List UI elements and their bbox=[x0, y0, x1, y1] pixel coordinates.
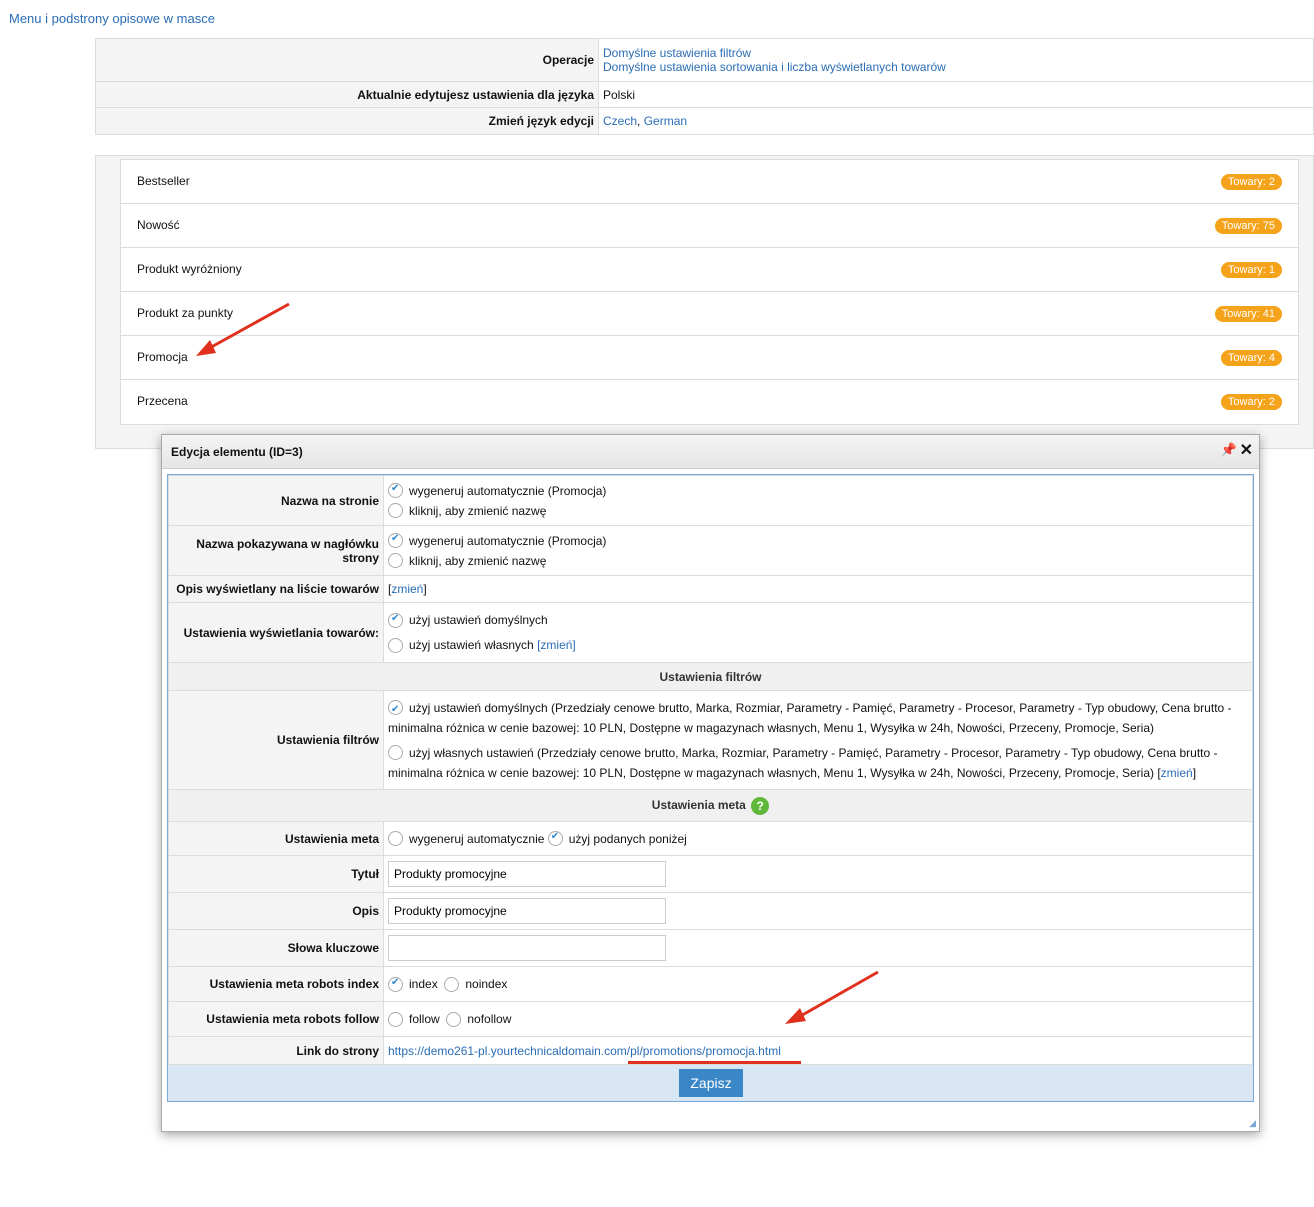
meta-auto-radio[interactable] bbox=[388, 831, 403, 846]
bracket-close: ] bbox=[423, 582, 427, 596]
name-label: Nazwa na stronie bbox=[168, 475, 384, 526]
meta-settings-label: Ustawienia meta bbox=[168, 821, 384, 856]
display-settings-label: Ustawienia wyświetlania towarów: bbox=[168, 602, 384, 663]
dialog-body: Nazwa na stronie wygeneruj automatycznie… bbox=[167, 474, 1254, 1102]
filters-label: Ustawienia filtrów bbox=[168, 690, 384, 790]
list-item[interactable]: Produkt za punkty Towary: 41 bbox=[121, 292, 1298, 336]
list-item[interactable]: Produkt wyróżniony Towary: 1 bbox=[121, 248, 1298, 292]
close-icon[interactable]: ✕ bbox=[1240, 440, 1253, 460]
header-auto-label: wygeneruj automatycznie (Promocja) bbox=[409, 533, 607, 548]
name-auto-radio[interactable] bbox=[388, 483, 403, 498]
list-description-label: Opis wyświetlany na liście towarów bbox=[168, 575, 384, 603]
filters-default-label: użyj ustawień domyślnych (Przedziały cen… bbox=[388, 700, 1232, 735]
name-custom-radio[interactable] bbox=[388, 503, 403, 518]
list-item[interactable]: Nowość Towary: 75 bbox=[121, 204, 1298, 248]
nofollow-radio[interactable] bbox=[446, 1011, 462, 1027]
resize-handle-icon[interactable]: ◢ bbox=[1249, 1118, 1256, 1129]
count-badge: Towary: 1 bbox=[1220, 262, 1282, 278]
filters-section-header: Ustawienia filtrów bbox=[168, 662, 1253, 691]
default-sorting-link[interactable]: Domyślne ustawienia sortowania i liczba … bbox=[603, 60, 946, 74]
list-item-name: Promocja bbox=[137, 350, 188, 364]
annotation-arrow-icon bbox=[785, 970, 879, 1024]
lang-german-link[interactable]: German bbox=[644, 114, 687, 128]
list-item-name: Produkt wyróżniony bbox=[137, 262, 242, 276]
meta-keywords-input[interactable] bbox=[388, 935, 666, 961]
list-item-name: Nowość bbox=[137, 218, 180, 232]
annotation-underline bbox=[628, 1061, 801, 1064]
filters-custom-radio[interactable] bbox=[388, 744, 403, 760]
dialog-title: Edycja elementu (ID=3) bbox=[171, 445, 303, 459]
follow-radio[interactable] bbox=[388, 1011, 403, 1027]
robots-follow-label: Ustawienia meta robots follow bbox=[168, 1001, 384, 1037]
operations-label: Operacje bbox=[95, 38, 599, 82]
meta-description-label: Opis bbox=[168, 892, 384, 930]
count-badge: Towary: 41 bbox=[1214, 306, 1282, 322]
edit-form: Nazwa na stronie wygeneruj automatycznie… bbox=[168, 475, 1253, 1065]
edit-dialog: Edycja elementu (ID=3) 📌 ✕ Nazwa na stro… bbox=[161, 434, 1260, 1132]
dialog-titlebar[interactable]: Edycja elementu (ID=3) 📌 ✕ bbox=[162, 435, 1259, 469]
header-custom-label: kliknij, aby zmienić nazwę bbox=[409, 553, 547, 568]
save-button[interactable]: Zapisz bbox=[679, 1069, 743, 1097]
list-item[interactable]: Przecena Towary: 2 bbox=[121, 380, 1298, 424]
help-icon[interactable]: ? bbox=[751, 796, 770, 815]
noindex-radio[interactable] bbox=[444, 976, 460, 992]
name-auto-label: wygeneruj automatycznie (Promocja) bbox=[409, 483, 607, 498]
page-link-label: Link do strony bbox=[168, 1036, 384, 1065]
header-name-label: Nazwa pokazywana w nagłówku strony bbox=[168, 525, 384, 576]
robots-index-label: Ustawienia meta robots index bbox=[168, 966, 384, 1002]
editing-language-value: Polski bbox=[598, 81, 1314, 108]
filters-default-radio[interactable] bbox=[388, 699, 403, 720]
list-item-name: Bestseller bbox=[137, 174, 190, 188]
header-custom-radio[interactable] bbox=[388, 553, 403, 568]
noindex-label: noindex bbox=[465, 977, 508, 991]
count-badge: Towary: 2 bbox=[1220, 394, 1282, 410]
follow-label: follow bbox=[409, 1012, 440, 1026]
meta-description-input[interactable] bbox=[388, 898, 666, 924]
default-filters-link[interactable]: Domyślne ustawienia filtrów bbox=[603, 46, 751, 60]
filters-custom-change-link[interactable]: zmień bbox=[1161, 766, 1193, 780]
language-info-table: Operacje Domyślne ustawienia filtrów Dom… bbox=[95, 38, 1314, 135]
bracket-close: ] bbox=[1192, 765, 1197, 780]
annotation-arrow-icon bbox=[196, 302, 290, 356]
meta-keywords-label: Słowa kluczowe bbox=[168, 929, 384, 967]
count-badge: Towary: 4 bbox=[1220, 350, 1282, 366]
pin-icon[interactable]: 📌 bbox=[1221, 442, 1237, 458]
menu-list: Bestseller Towary: 2 Nowość Towary: 75 Pro… bbox=[120, 159, 1299, 425]
name-custom-label: kliknij, aby zmienić nazwę bbox=[409, 503, 547, 518]
change-language-label: Zmień język edycji bbox=[95, 107, 599, 135]
meta-title-label: Tytuł bbox=[168, 855, 384, 893]
display-default-radio[interactable] bbox=[388, 612, 403, 628]
index-label: index bbox=[409, 977, 438, 991]
lang-czech-link[interactable]: Czech bbox=[603, 114, 637, 128]
list-item[interactable]: Promocja Towary: 4 bbox=[121, 336, 1298, 380]
index-radio[interactable] bbox=[388, 976, 403, 992]
lang-separator: , bbox=[637, 114, 644, 128]
meta-section-title: Ustawienia meta bbox=[651, 797, 746, 812]
display-custom-radio[interactable] bbox=[388, 637, 403, 653]
save-row: Zapisz bbox=[168, 1065, 1253, 1101]
meta-given-label: użyj podanych poniżej bbox=[568, 831, 687, 846]
editing-language-label: Aktualnie edytujesz ustawienia dla język… bbox=[95, 81, 599, 108]
filters-custom-label: użyj własnych ustawień (Przedziały cenow… bbox=[388, 745, 1218, 780]
meta-section-header: Ustawienia meta ? bbox=[168, 789, 1253, 822]
display-custom-change-link[interactable]: [zmień] bbox=[537, 638, 576, 652]
breadcrumb-link[interactable]: Menu i podstrony opisowe w masce bbox=[9, 11, 215, 26]
meta-auto-label: wygeneruj automatycznie bbox=[409, 831, 545, 846]
display-custom-label: użyj ustawień własnych bbox=[409, 638, 534, 652]
meta-title-input[interactable] bbox=[388, 861, 666, 887]
nofollow-label: nofollow bbox=[467, 1012, 512, 1026]
list-item[interactable]: Bestseller Towary: 2 bbox=[121, 160, 1298, 204]
count-badge: Towary: 2 bbox=[1220, 174, 1282, 190]
header-auto-radio[interactable] bbox=[388, 533, 403, 548]
meta-given-radio[interactable] bbox=[547, 831, 563, 846]
count-badge: Towary: 75 bbox=[1214, 218, 1282, 234]
display-default-label: użyj ustawień domyślnych bbox=[409, 613, 548, 627]
description-change-link[interactable]: zmień bbox=[391, 582, 423, 596]
list-item-name: Przecena bbox=[137, 394, 188, 408]
page-url-link[interactable]: https://demo261-pl.yourtechnicaldomain.c… bbox=[388, 1044, 781, 1058]
